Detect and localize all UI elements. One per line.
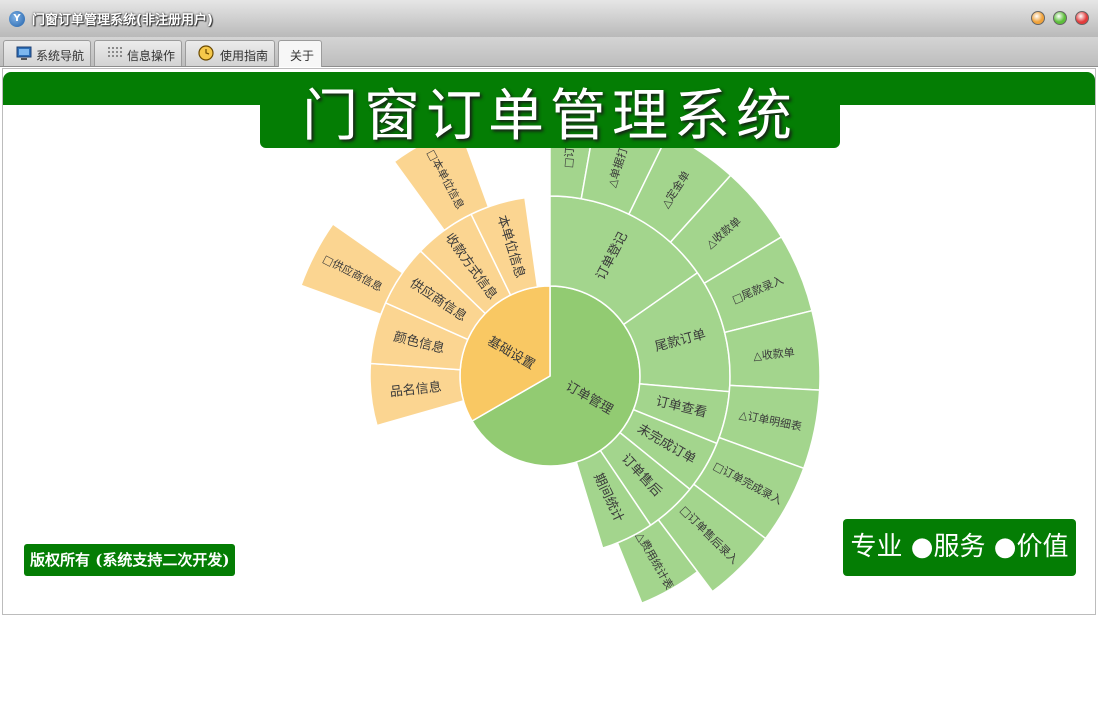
system-title-banner: 门窗订单管理系统 bbox=[260, 78, 840, 149]
copyright-badge: 版权所有 (系统支持二次开发) bbox=[24, 544, 236, 576]
sunburst-ring1-7: 品名信息 bbox=[369, 362, 465, 427]
slogan-badge: 专业 ●服务 ●价值 bbox=[843, 519, 1076, 576]
